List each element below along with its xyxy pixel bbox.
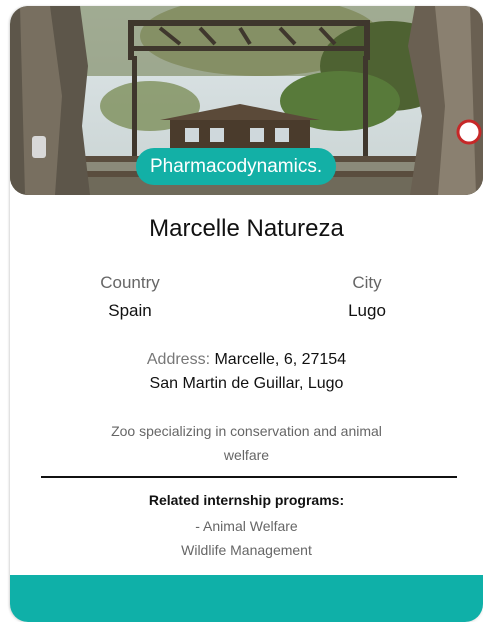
city-label: City: [352, 273, 382, 292]
address-line-2: San Martin de Guillar, Lugo: [149, 375, 344, 392]
city-value: Lugo: [348, 301, 386, 320]
country-value: Spain: [108, 301, 152, 320]
category-badge: Pharmacodynamics.: [136, 148, 337, 185]
address-line-1: Marcelle, 6, 27154: [214, 351, 347, 368]
country-label: Country: [100, 273, 160, 292]
divider: [41, 476, 457, 478]
programs-list: - Animal Welfare Wildlife Management: [10, 514, 483, 562]
program-item[interactable]: Wildlife Management: [10, 538, 483, 562]
address-block: Address: Marcelle, 6, 27154 San Martin d…: [10, 348, 483, 396]
institution-card[interactable]: Pharmacodynamics. Marcelle Natureza Coun…: [10, 6, 483, 622]
country-block: Country Spain: [50, 270, 210, 326]
address-label: Address:: [146, 351, 211, 368]
program-item[interactable]: - Animal Welfare: [10, 514, 483, 538]
programs-heading: Related internship programs:: [148, 492, 345, 508]
card-footer-band: [10, 575, 483, 622]
institution-title: Marcelle Natureza: [149, 215, 344, 242]
description: Zoo specializing in conservation and ani…: [111, 423, 382, 463]
city-block: City Lugo: [287, 270, 447, 326]
